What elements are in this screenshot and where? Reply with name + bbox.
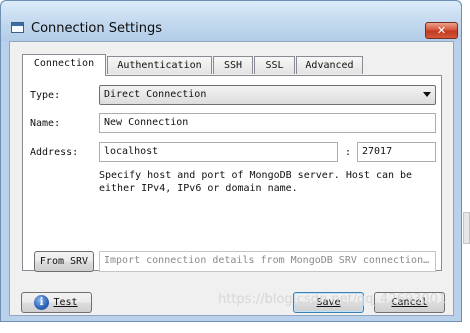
type-label: Type: <box>30 90 61 101</box>
dropdown-arrow-icon <box>423 92 431 97</box>
address-help-text: Specify host and port of MongoDB server.… <box>99 170 413 194</box>
title-bar[interactable]: Connection Settings ✕ <box>1 1 461 41</box>
srv-connection-input[interactable]: Import connection details from MongoDB S… <box>99 251 436 272</box>
type-select[interactable]: Direct Connection <box>99 85 436 105</box>
test-button[interactable]: i Test <box>21 292 92 313</box>
name-label: Name: <box>30 118 61 129</box>
tab-advanced[interactable]: Advanced <box>296 56 363 74</box>
watermark-text: https://blog.csdn.net/qq_42693001 <box>218 292 447 307</box>
tab-ssh[interactable]: SSH <box>213 56 253 74</box>
from-srv-button[interactable]: From SRV <box>34 251 94 272</box>
name-input[interactable]: New Connection <box>99 113 436 133</box>
tab-connection[interactable]: Connection <box>22 54 106 76</box>
type-select-value: Direct Connection <box>104 89 207 100</box>
close-icon: ✕ <box>436 24 447 37</box>
window-app-icon <box>11 22 24 33</box>
port-input[interactable]: 27017 <box>357 142 436 162</box>
window-title: Connection Settings <box>31 21 163 36</box>
info-icon: i <box>34 295 49 310</box>
tab-ssl[interactable]: SSL <box>254 56 295 74</box>
tab-authentication[interactable]: Authentication <box>107 56 212 74</box>
dialog-client-area: Connection Authentication SSH SSL Advanc… <box>9 41 454 316</box>
background-scrollbar[interactable] <box>463 212 470 244</box>
address-label: Address: <box>30 147 79 158</box>
port-separator: : <box>345 147 352 158</box>
close-button[interactable]: ✕ <box>425 22 458 39</box>
connection-tab-panel: Type: Direct Connection Name: New Connec… <box>22 75 442 272</box>
host-input[interactable]: localhost <box>99 142 338 162</box>
connection-settings-window: Connection Settings ✕ Connection Authent… <box>0 0 462 322</box>
